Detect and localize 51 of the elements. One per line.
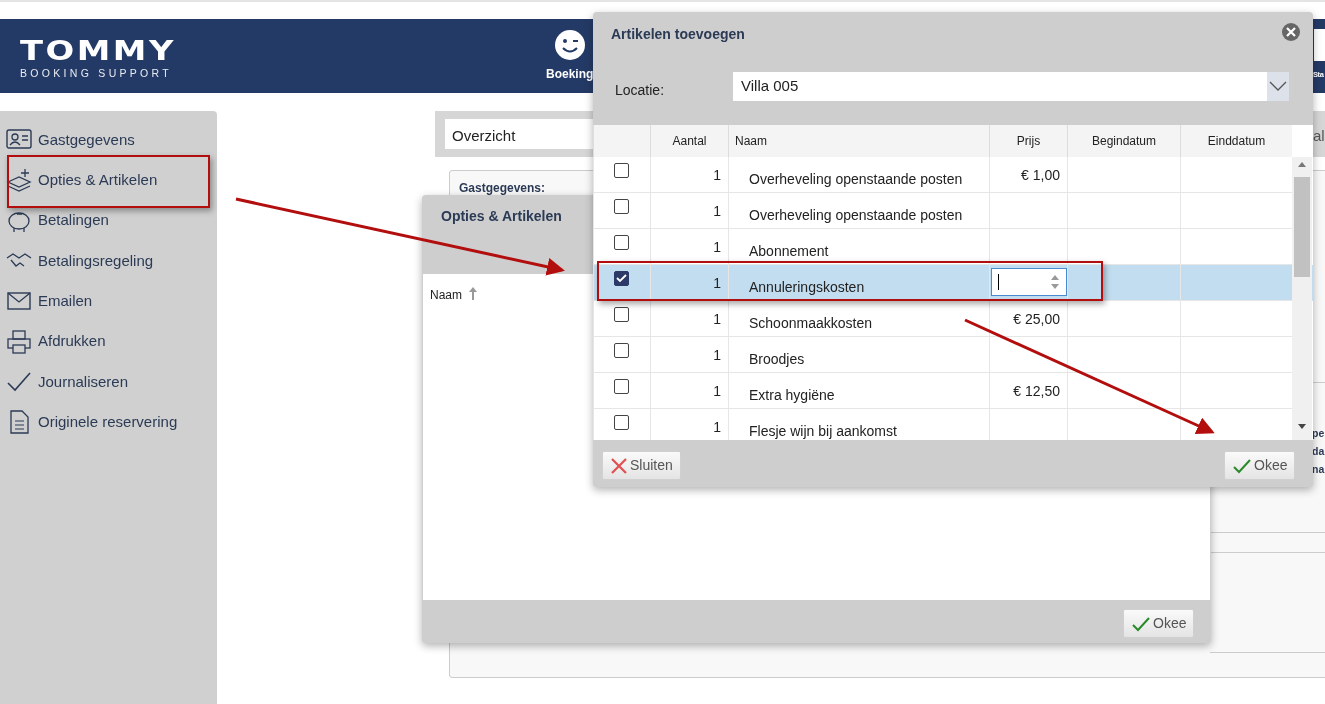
checkbox[interactable] — [614, 307, 629, 322]
checkbox[interactable] — [614, 415, 629, 430]
column-header[interactable]: Prijs — [989, 125, 1067, 157]
printer-icon — [6, 328, 32, 355]
sidebar-item[interactable]: Betalingen — [38, 209, 109, 232]
section-label: Gastgegevens: — [459, 180, 546, 197]
sidebar-item[interactable]: Originele reservering — [38, 410, 178, 434]
checkbox[interactable] — [614, 235, 629, 250]
sort-arrow-icon — [468, 286, 478, 300]
text-fragment: da — [1312, 444, 1325, 459]
dialog-title: Artikelen toevoegen — [611, 25, 745, 44]
checkbox[interactable] — [614, 163, 629, 178]
dialog-title: Opties & Artikelen — [441, 207, 562, 226]
column-header[interactable]: Einddatum — [1180, 125, 1292, 157]
sidebar-item[interactable]: Journaliseren — [38, 370, 129, 394]
column-header[interactable]: Aantal — [650, 125, 728, 157]
column-header[interactable]: Naam — [728, 125, 989, 157]
scrollbar[interactable] — [1292, 157, 1312, 440]
location-select[interactable]: Villa 005 — [733, 72, 1289, 101]
table-cell: 1 — [650, 409, 728, 440]
ok-button[interactable]: Okee — [1224, 451, 1296, 480]
column-header[interactable]: Naam — [430, 286, 462, 304]
tab-label: al — [1313, 126, 1325, 146]
sidebar-item[interactable]: Betalingsregeling — [38, 249, 154, 273]
check-icon — [1131, 615, 1151, 632]
check-icon — [1232, 457, 1252, 474]
table-row[interactable]: 1 Annuleringskosten — [593, 265, 1313, 301]
sidebar-item[interactable]: Gastgegevens — [38, 128, 135, 152]
close-button[interactable]: Sluiten — [602, 451, 681, 480]
checkbox[interactable] — [614, 379, 629, 394]
sidebar-item[interactable]: Emailen — [38, 290, 93, 313]
checkbox[interactable] — [614, 199, 629, 214]
text-fragment: na — [1312, 462, 1325, 477]
logo-title: TOMMY — [20, 37, 177, 64]
sidebar-item[interactable]: Opties & Artikelen — [38, 169, 158, 192]
checkbox[interactable] — [614, 343, 629, 358]
nav-link[interactable]: Boeking — [546, 65, 594, 83]
layers-plus-icon — [6, 167, 32, 194]
ok-button[interactable]: Okee — [1123, 609, 1195, 638]
text-fragment: pe — [1312, 426, 1325, 441]
table-cell: Flesje wijn bij aankomst — [728, 409, 989, 440]
field-label: Locatie: — [615, 81, 665, 100]
close-icon — [610, 456, 628, 475]
sidebar-item[interactable]: Afdrukken — [38, 330, 106, 353]
column-header[interactable]: Begindatum — [1067, 125, 1180, 157]
close-icon[interactable] — [1282, 23, 1300, 41]
chevron-down-icon — [1267, 72, 1289, 101]
checkbox[interactable] — [614, 271, 629, 286]
logo-subtitle: BOOKING SUPPORT — [20, 66, 172, 81]
spinner-icon — [1050, 274, 1060, 290]
smiley-icon — [553, 29, 586, 61]
